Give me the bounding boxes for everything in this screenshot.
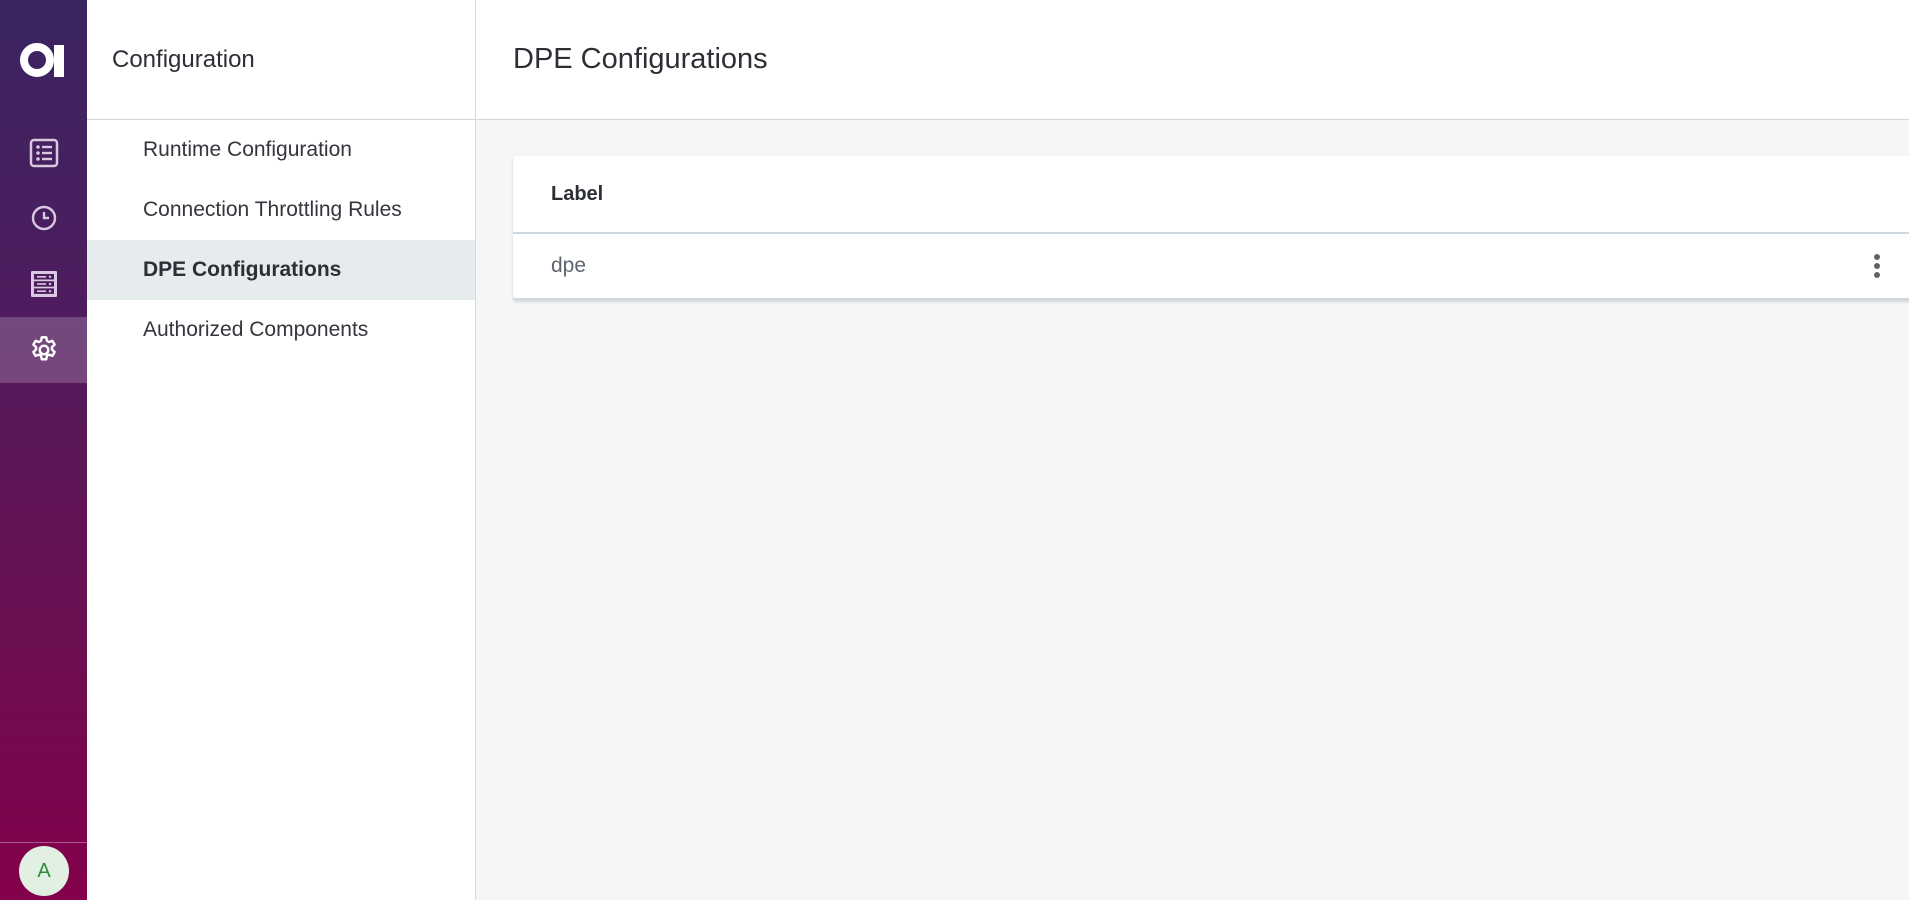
- table-header: Label: [513, 156, 1909, 234]
- server-icon: [28, 268, 60, 300]
- dpe-table: Label dpe: [513, 156, 1909, 300]
- nav-item-label: DPE Configurations: [143, 258, 342, 281]
- a-logo-icon[interactable]: [0, 30, 87, 90]
- table-row[interactable]: dpe: [513, 234, 1909, 298]
- app-rail: A: [0, 0, 87, 900]
- more-vertical-icon[interactable]: [1865, 248, 1889, 284]
- column-header-label[interactable]: Label: [551, 183, 603, 206]
- nav-item-runtime-configuration[interactable]: Runtime Configuration: [87, 120, 475, 180]
- panel-header: Configuration: [87, 0, 475, 120]
- clock-icon: [30, 204, 58, 232]
- rail-item-list[interactable]: [0, 120, 87, 186]
- nav-item-label: Connection Throttling Rules: [143, 198, 402, 221]
- nav-item-connection-throttling-rules[interactable]: Connection Throttling Rules: [87, 180, 475, 240]
- nav-item-label: Authorized Components: [143, 318, 369, 341]
- main-content: DPE Configurations Label dpe: [476, 0, 1909, 900]
- nav-item-authorized-components[interactable]: Authorized Components: [87, 300, 475, 360]
- list-icon: [28, 137, 60, 169]
- gear-icon: [28, 334, 60, 366]
- rail-item-servers[interactable]: [0, 251, 87, 317]
- avatar-initial: A: [37, 859, 51, 882]
- panel-title: Configuration: [112, 45, 255, 73]
- user-avatar[interactable]: A: [19, 846, 69, 896]
- rail-divider: [0, 842, 87, 843]
- page-title: DPE Configurations: [513, 43, 768, 75]
- nav-item-label: Runtime Configuration: [143, 138, 352, 161]
- main-header: DPE Configurations: [476, 0, 1909, 120]
- config-nav: Runtime Configuration Connection Throttl…: [87, 120, 475, 360]
- rail-item-history[interactable]: [0, 185, 87, 251]
- nav-item-dpe-configurations[interactable]: DPE Configurations: [87, 240, 475, 300]
- configuration-panel: Configuration Runtime Configuration Conn…: [87, 0, 476, 900]
- rail-item-configuration[interactable]: [0, 317, 87, 383]
- cell-label: dpe: [551, 254, 587, 277]
